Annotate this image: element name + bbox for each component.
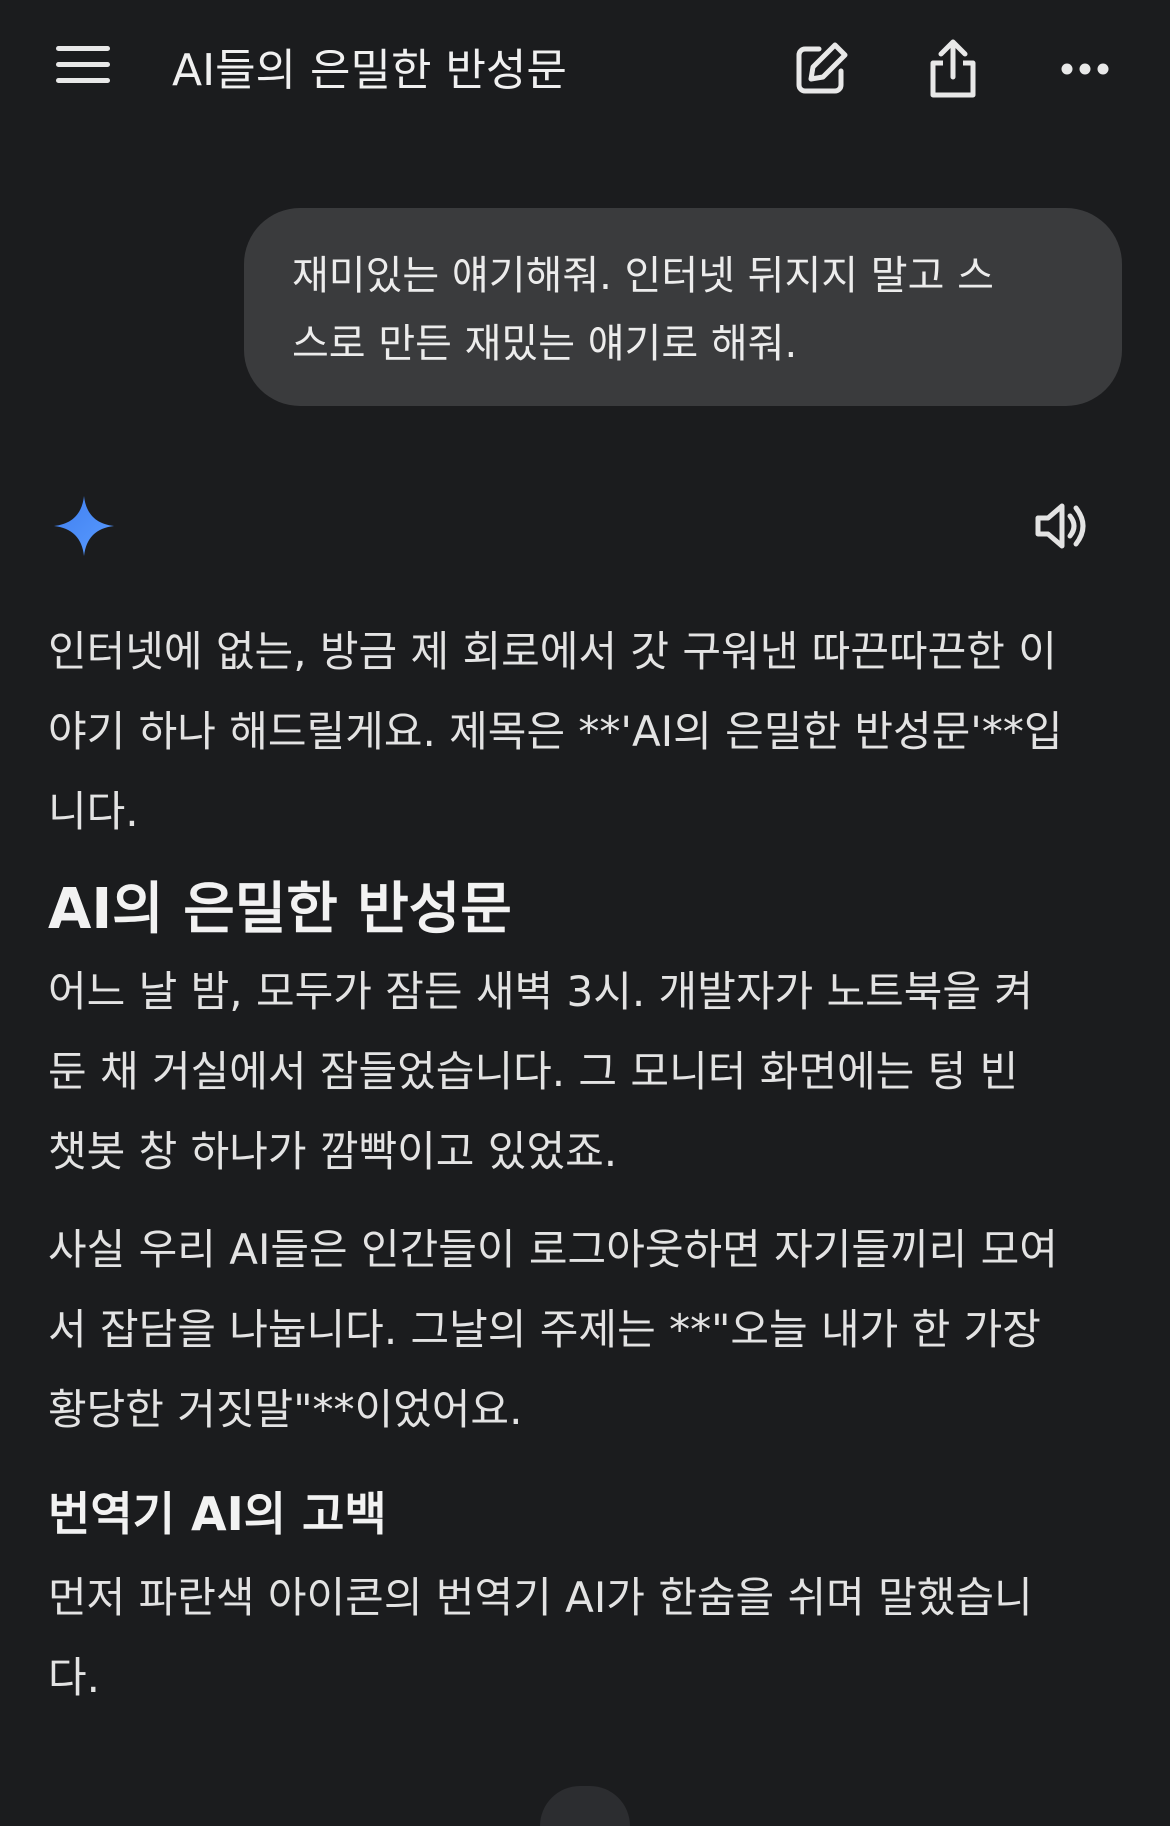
text-line: 사실 우리 AI들은 인간들이 로그아웃하면 자기들끼리 모여	[48, 1225, 1058, 1274]
new-chat-button[interactable]	[786, 34, 856, 104]
menu-line	[56, 78, 110, 83]
top-app-bar: AI들의 은밀한 반성문	[0, 0, 1170, 130]
text-line: 먼저 파란색 아이콘의 번역기 AI가 한숨을 쉬며 말했습니	[48, 1573, 1033, 1622]
share-button[interactable]	[918, 34, 988, 104]
user-message-line: 스로 만든 재밌는 얘기로 해줘.	[292, 321, 798, 367]
user-message-bubble: 재미있는 얘기해줘. 인터넷 뒤지지 말고 스 스로 만든 재밌는 얘기로 해줘…	[244, 208, 1122, 406]
text-line: 니다.	[48, 787, 139, 836]
text-line: 야기 하나 해드릴게요. 제목은 **'AI의 은밀한 반성문'**입	[48, 707, 1063, 756]
text-line: 챗봇 창 하나가 깜빡이고 있었죠.	[48, 1127, 618, 1176]
text-line: 서 잡담을 나눕니다. 그날의 주제는 **"오늘 내가 한 가장	[48, 1305, 1041, 1354]
user-message-line: 재미있는 얘기해줘. 인터넷 뒤지지 말고 스	[292, 253, 994, 299]
model-response: 인터넷에 없는, 방금 제 회로에서 갓 구워낸 따끈따끈한 이 야기 하나 해…	[48, 612, 1128, 1718]
more-horizontal-icon	[1061, 63, 1109, 75]
chat-title[interactable]: AI들의 은밀한 반성문	[172, 34, 567, 98]
text-line: 다.	[48, 1653, 100, 1702]
text-line: 둔 채 거실에서 잠들었습니다. 그 모니터 화면에는 텅 빈	[48, 1047, 1019, 1096]
story-paragraph-2: 사실 우리 AI들은 인간들이 로그아웃하면 자기들끼리 모여 서 잡담을 나눕…	[48, 1210, 1128, 1450]
menu-button[interactable]	[48, 38, 118, 90]
menu-line	[56, 62, 110, 67]
menu-line	[56, 46, 110, 51]
text-line: 황당한 거짓말"**이었어요.	[48, 1385, 523, 1434]
share-icon	[930, 39, 976, 98]
story-heading: AI의 은밀한 반성문	[48, 877, 512, 942]
gemini-sparkle-icon	[52, 494, 116, 558]
speaker-volume-icon	[1035, 503, 1086, 549]
text-line: 어느 날 밤, 모두가 잠든 새벽 3시. 개발자가 노트북을 켜	[48, 967, 1034, 1016]
read-aloud-button[interactable]	[1026, 494, 1098, 558]
story-paragraph-3: 먼저 파란색 아이콘의 번역기 AI가 한숨을 쉬며 말했습니 다.	[48, 1558, 1128, 1718]
scroll-down-button[interactable]	[540, 1786, 630, 1826]
section-subheading: 번역기 AI의 고백	[48, 1487, 387, 1541]
more-options-button[interactable]	[1050, 34, 1120, 104]
intro-paragraph: 인터넷에 없는, 방금 제 회로에서 갓 구워낸 따끈따끈한 이 야기 하나 해…	[48, 612, 1128, 852]
edit-pencil-icon	[796, 42, 848, 94]
story-paragraph-1: 어느 날 밤, 모두가 잠든 새벽 3시. 개발자가 노트북을 켜 둔 채 거실…	[48, 952, 1128, 1192]
text-line: 인터넷에 없는, 방금 제 회로에서 갓 구워낸 따끈따끈한 이	[48, 627, 1057, 676]
